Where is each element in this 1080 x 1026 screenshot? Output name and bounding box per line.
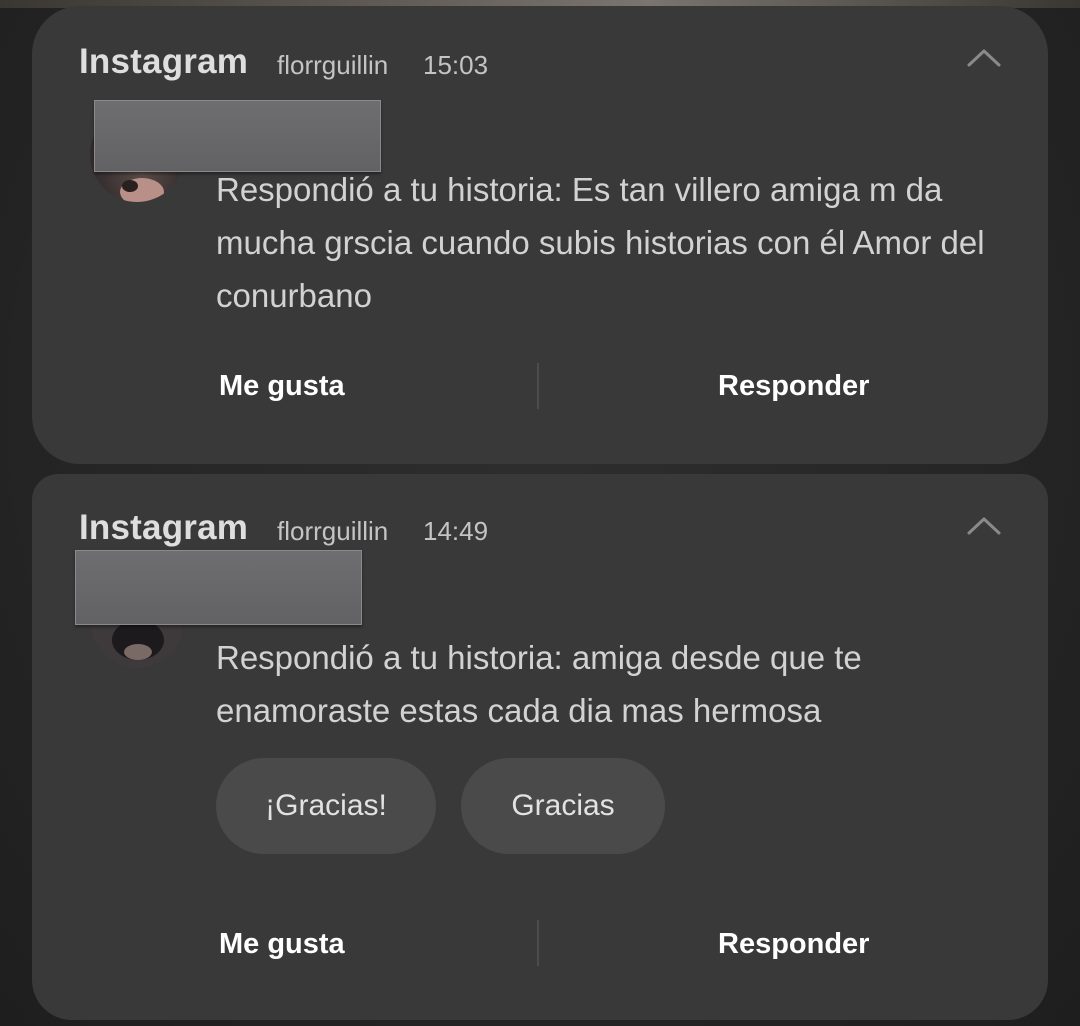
notification-message: Respondió a tu historia: Es tan villero …	[216, 171, 985, 314]
smart-reply-chip[interactable]: ¡Gracias!	[216, 758, 436, 854]
reply-button[interactable]: Responder	[718, 370, 869, 403]
action-divider	[537, 920, 539, 966]
sender-username: florrguillin	[277, 50, 389, 80]
chevron-up-icon[interactable]	[966, 514, 1002, 538]
notification-card[interactable]: Instagram florrguillin 15:03 Respondió a…	[32, 6, 1048, 464]
notification-message: Respondió a tu historia: amiga desde que…	[216, 639, 862, 729]
smart-reply-chip[interactable]: Gracias	[461, 758, 665, 854]
like-button[interactable]: Me gusta	[219, 370, 345, 403]
notification-time: 15:03	[423, 50, 489, 80]
notification-card[interactable]: Instagram florrguillin 14:49 Respondió a…	[32, 474, 1048, 1020]
app-name: Instagram	[79, 508, 249, 547]
redacted-name	[75, 550, 362, 625]
app-name: Instagram	[79, 42, 249, 81]
notification-time: 14:49	[423, 516, 489, 546]
chevron-up-icon[interactable]	[966, 46, 1002, 70]
reply-button[interactable]: Responder	[718, 928, 869, 961]
sender-username: florrguillin	[277, 516, 389, 546]
redacted-name	[94, 100, 381, 172]
action-divider	[537, 363, 539, 409]
like-button[interactable]: Me gusta	[219, 928, 345, 961]
